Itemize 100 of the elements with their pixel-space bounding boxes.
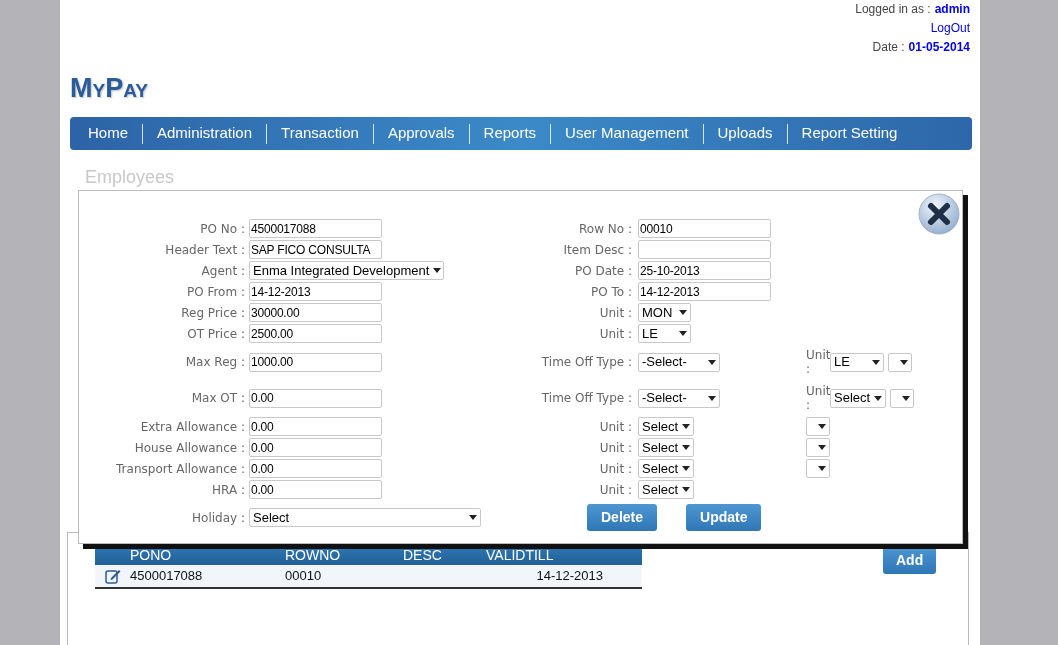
close-icon[interactable] — [918, 193, 960, 235]
text-field[interactable]: 14-12-2013 — [249, 282, 382, 301]
text-field[interactable]: SAP FICO CONSULTA — [249, 240, 382, 259]
nav-item[interactable]: User Management — [551, 122, 703, 145]
text-field[interactable]: 2500.00 — [249, 324, 382, 343]
field-label: HRA : — [211, 481, 246, 499]
text-field[interactable]: 0.00 — [249, 480, 382, 499]
caret-icon — [902, 395, 911, 401]
caret-icon — [679, 331, 687, 336]
field-label: House Allowance : — [133, 439, 246, 457]
text-field[interactable]: 14-12-2013 — [638, 282, 771, 301]
field-label: Time Off Type : — [540, 354, 633, 371]
dropdown[interactable]: -Select- — [638, 388, 720, 408]
dropdown[interactable] — [806, 417, 830, 436]
text-field[interactable]: 0.00 — [249, 438, 382, 457]
text-field[interactable]: 0.00 — [249, 388, 382, 408]
field-label: Unit : — [598, 304, 633, 322]
field-label: Time Off Type : — [540, 390, 633, 407]
dropdown[interactable]: Select — [638, 417, 695, 436]
field-label: Extra Allowance : — [139, 418, 246, 436]
field-label: Max Reg : — [184, 354, 246, 371]
dropdown[interactable]: Select — [830, 388, 887, 408]
dropdown[interactable]: -Select- — [638, 352, 720, 372]
field-label: Unit : — [806, 384, 830, 412]
table-cell-text: 00010 — [285, 567, 323, 586]
dropdown[interactable] — [806, 459, 830, 478]
caret-icon — [818, 466, 826, 471]
dropdown[interactable]: Select — [249, 508, 481, 527]
field-label: Unit : — [806, 348, 830, 376]
dropdown[interactable]: Select — [638, 480, 695, 499]
caret-icon — [708, 395, 716, 401]
field-label: Max OT : — [190, 390, 246, 407]
table-cell-text: 4500017088 — [130, 567, 204, 586]
caret-icon — [682, 445, 691, 450]
field-label: PO From : — [185, 283, 246, 301]
caret-icon — [872, 359, 880, 365]
field-label: Unit : — [598, 325, 633, 343]
field-label: PO To : — [590, 283, 633, 301]
field-label: Agent : — [200, 262, 246, 280]
column-header: PONO — [130, 546, 173, 565]
caret-icon — [900, 359, 908, 365]
field-label: Row No : — [578, 220, 633, 238]
caret-icon — [818, 445, 826, 450]
field-label: Unit : — [598, 460, 633, 478]
text-field[interactable]: 1000.00 — [249, 352, 382, 372]
nav-item[interactable]: Report Setting — [787, 122, 912, 145]
logged-in-label: Logged in as : — [855, 1, 931, 18]
field-label: Unit : — [598, 418, 633, 436]
logo: MyPay — [70, 74, 148, 102]
column-header: DESC — [403, 546, 443, 565]
text-field[interactable]: 30000.00 — [249, 303, 382, 322]
column-header: VALIDTILL — [486, 546, 555, 565]
column-header: ROWNO — [285, 546, 342, 565]
dropdown[interactable] — [890, 388, 915, 408]
text-field[interactable]: 00010 — [638, 219, 771, 238]
nav-item[interactable]: Home — [74, 122, 142, 145]
nav-item[interactable]: Reports — [469, 122, 551, 145]
table-cell-text: 14-12-2013 — [535, 567, 603, 586]
field-label: Holiday : — [191, 509, 246, 527]
nav-item[interactable]: Transaction — [267, 122, 373, 145]
dropdown[interactable]: Select — [638, 459, 695, 478]
field-label: Transport Allowance : — [115, 460, 246, 478]
caret-icon — [469, 515, 477, 520]
field-label: Header Text : — [164, 241, 246, 259]
caret-icon — [682, 487, 691, 492]
caret-icon — [433, 268, 442, 273]
dropdown[interactable]: Select — [638, 438, 695, 457]
text-field[interactable]: 4500017088 — [249, 219, 382, 238]
nav-item[interactable]: Uploads — [703, 122, 787, 145]
logout-link[interactable]: LogOut — [930, 19, 970, 38]
nav-item[interactable]: Approvals — [373, 122, 469, 145]
nav-item[interactable]: Administration — [143, 122, 267, 145]
field-label: PO No : — [199, 220, 246, 238]
field-label: PO Date : — [573, 262, 633, 280]
caret-icon — [708, 359, 716, 365]
text-field[interactable]: 0.00 — [249, 417, 382, 436]
field-label: Unit : — [598, 439, 633, 457]
field-label: OT Price : — [186, 325, 246, 343]
field-label: Reg Price : — [180, 304, 246, 322]
caret-icon — [682, 466, 691, 471]
dropdown[interactable]: Enma Integrated Development — [249, 261, 444, 280]
update-button[interactable]: Update — [686, 504, 762, 531]
dropdown[interactable] — [806, 438, 830, 457]
username: admin — [934, 1, 970, 18]
date-label: Date : — [872, 39, 905, 56]
dropdown[interactable]: LE — [638, 324, 691, 343]
caret-icon — [874, 395, 883, 401]
field-label: Unit : — [598, 481, 633, 499]
dropdown[interactable]: MON — [638, 303, 691, 322]
text-field[interactable]: 25-10-2013 — [638, 261, 771, 280]
caret-icon — [818, 424, 826, 429]
caret-icon — [682, 424, 691, 429]
text-field[interactable] — [638, 240, 771, 259]
dropdown[interactable] — [888, 352, 912, 372]
field-label: Item Desc : — [562, 241, 633, 259]
text-field[interactable]: 0.00 — [249, 459, 382, 478]
date-value: 01-05-2014 — [908, 39, 970, 56]
edit-icon[interactable] — [104, 568, 121, 584]
dropdown[interactable]: LE — [830, 352, 884, 372]
delete-button[interactable]: Delete — [587, 504, 658, 531]
